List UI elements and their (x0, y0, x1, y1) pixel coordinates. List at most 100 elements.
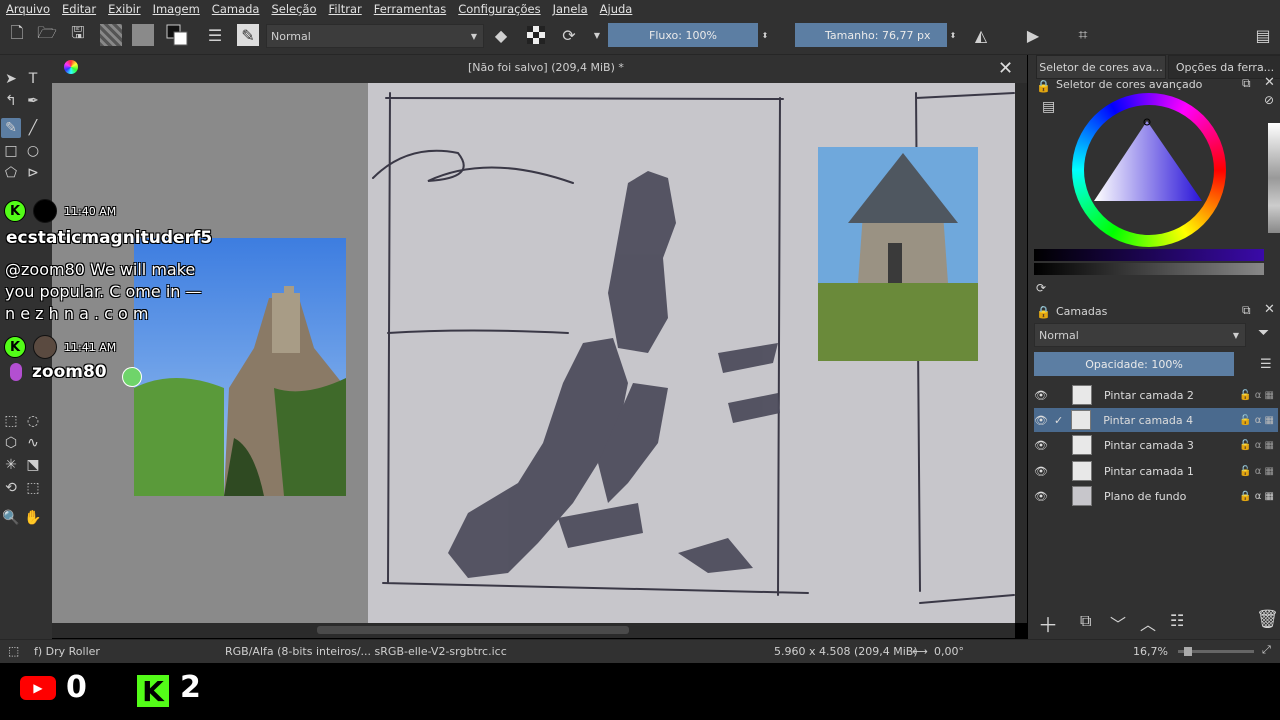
panel-lock-icon[interactable]: 🔒 (1036, 79, 1051, 93)
mirror-vertical-icon[interactable]: ▶ (1022, 24, 1044, 46)
size-slider[interactable]: Tamanho: 76,77 px (795, 23, 947, 47)
flow-slider[interactable]: Fluxo: 100% (608, 23, 758, 47)
menu-imagem[interactable]: Imagem (147, 2, 206, 16)
layer-row[interactable]: 👁 Pintar camada 2 🔓 α ▦ (1034, 383, 1278, 407)
brush-settings-icon[interactable]: ☰ (204, 24, 226, 46)
close-layers-icon[interactable]: ✕ (1264, 302, 1275, 317)
brush-preset-icon[interactable]: ✎ (237, 24, 259, 46)
status-rotation[interactable]: 0,00° (934, 645, 964, 658)
menu-camada[interactable]: Camada (206, 2, 266, 16)
duplicate-layer-icon[interactable]: ⧉ (1080, 611, 1091, 631)
menu-exibir[interactable]: Exibir (102, 2, 147, 16)
calligraphy-icon[interactable]: ✒ (23, 91, 43, 111)
mirror-horizontal-icon[interactable]: ◭ (970, 24, 992, 46)
workspace-icon[interactable]: ▤ (1252, 24, 1274, 46)
bezier-select-icon[interactable]: ⟲ (1, 478, 21, 498)
magnetic-select-icon[interactable]: ⬚ (23, 478, 43, 498)
menu-arquivo[interactable]: Arquivo (0, 2, 56, 16)
color-bar-1[interactable] (1034, 249, 1264, 261)
polygon-tool-icon[interactable]: ⬠ (1, 163, 21, 183)
color-wheel[interactable] (1072, 93, 1226, 247)
menu-configuracoes[interactable]: Configurações (452, 2, 546, 16)
menu-ajuda[interactable]: Ajuda (594, 2, 639, 16)
freehand-brush-icon[interactable]: ✎ (1, 118, 21, 138)
horizontal-scroll-thumb[interactable] (317, 626, 629, 634)
line-tool-icon[interactable]: ╱ (23, 118, 43, 138)
eye-icon[interactable]: 👁 (1034, 439, 1048, 452)
ellipse-tool-icon[interactable]: ○ (23, 141, 43, 161)
opacity-slider[interactable]: Opacidade: 100% (1034, 352, 1234, 376)
eye-icon[interactable]: 👁 (1034, 389, 1048, 402)
layer-blend-select[interactable]: Normal ▼ (1034, 323, 1246, 347)
eraser-icon[interactable]: ◆ (490, 24, 512, 46)
float-layers-icon[interactable]: ⧉ (1242, 303, 1251, 318)
save-icon[interactable]: 🖫 (67, 23, 89, 46)
layer-menu-icon[interactable]: ☰ (1260, 357, 1272, 372)
edit-shapes-icon[interactable]: ↰ (1, 91, 21, 111)
menu-ferramentas[interactable]: Ferramentas (368, 2, 452, 16)
filter-icon[interactable]: ⏷ (1258, 325, 1269, 341)
rect-select-icon[interactable]: ⬚ (1, 411, 21, 431)
move-layer-down-icon[interactable]: ﹀ (1110, 611, 1126, 635)
ellipse-select-icon[interactable]: ◌ (23, 411, 43, 431)
status-brush[interactable]: f) Dry Roller (34, 645, 100, 658)
status-zoom[interactable]: 16,7% (1133, 645, 1168, 658)
refresh-colors-icon[interactable]: ⟳ (1036, 281, 1046, 295)
crop-icon[interactable]: ⌗ (1072, 24, 1094, 46)
close-panel-icon[interactable]: ✕ (1264, 75, 1275, 90)
vertical-scrollbar[interactable] (1015, 83, 1027, 623)
select-shapes-icon[interactable]: ➤ (1, 69, 21, 89)
open-folder-icon[interactable]: 🗁 (36, 23, 58, 46)
fullscreen-icon[interactable]: ⤢ (1262, 643, 1271, 657)
color-bar-2[interactable] (1034, 263, 1264, 275)
polyline-tool-icon[interactable]: ⊳ (23, 163, 43, 183)
fg-bg-color-icon[interactable] (166, 24, 188, 46)
layer-flags-icon[interactable]: 🔓 α ▦ (1239, 440, 1274, 451)
move-layer-up-icon[interactable]: ︿ (1140, 611, 1156, 635)
layer-row[interactable]: 👁 Pintar camada 1 🔓 α ▦ (1034, 459, 1278, 483)
chevron-down-icon[interactable]: ▼ (586, 24, 608, 46)
similar-select-icon[interactable]: ⬔ (23, 455, 43, 475)
eye-icon[interactable]: 👁 (1034, 414, 1048, 427)
size-stepper-icon[interactable]: ⬍ (948, 24, 958, 46)
zoom-slider[interactable] (1178, 647, 1254, 656)
add-layer-icon[interactable]: ＋ (1038, 609, 1058, 638)
menu-editar[interactable]: Editar (56, 2, 102, 16)
reload-preset-icon[interactable]: ⟳ (558, 24, 580, 46)
float-panel-icon[interactable]: ⧉ (1242, 76, 1251, 91)
no-color-icon[interactable]: ⊘ (1264, 93, 1274, 107)
polygon-select-icon[interactable]: ⬡ (1, 433, 21, 453)
layers-lock-icon[interactable]: 🔒 (1036, 305, 1051, 319)
layer-flags-icon[interactable]: 🔓 α ▦ (1239, 390, 1274, 401)
flow-stepper-icon[interactable]: ⬍ (760, 24, 770, 46)
freehand-select-icon[interactable]: ∿ (23, 433, 43, 453)
zoom-tool-icon[interactable]: 🔍 (1, 508, 21, 528)
layer-properties-icon[interactable]: ☷ (1170, 611, 1184, 630)
pan-tool-icon[interactable]: ✋ (23, 508, 43, 528)
close-document-icon[interactable]: ✕ (998, 58, 1013, 79)
layer-row-selected[interactable]: 👁 ✓ Pintar camada 4 🔓 α ▦ (1034, 408, 1278, 432)
eye-icon[interactable]: 👁 (1034, 490, 1048, 503)
menu-selecao[interactable]: Seleção (265, 2, 322, 16)
layer-row[interactable]: 👁 Pintar camada 3 🔓 α ▦ (1034, 433, 1278, 457)
zoom-slider-handle[interactable] (1184, 647, 1192, 656)
color-settings-icon[interactable]: ▤ (1042, 99, 1055, 115)
eye-icon[interactable]: 👁 (1034, 465, 1048, 478)
text-tool-icon[interactable]: T (23, 69, 43, 89)
tab-color-selector[interactable]: Seletor de cores ava... (1036, 55, 1166, 79)
horizontal-scrollbar[interactable] (52, 623, 1015, 638)
pattern-swatch-icon[interactable] (132, 24, 154, 46)
layer-flags-icon[interactable]: 🔓 α ▦ (1239, 466, 1274, 477)
delete-layer-icon[interactable]: 🗑 (1256, 609, 1279, 630)
menu-filtrar[interactable]: Filtrar (323, 2, 368, 16)
gradient-swatch-icon[interactable] (100, 24, 122, 46)
blend-mode-select[interactable]: Normal ▼ (266, 24, 484, 48)
color-history-strip[interactable] (1268, 123, 1280, 233)
menu-janela[interactable]: Janela (547, 2, 594, 16)
paper-sheet[interactable] (368, 83, 1015, 623)
alpha-lock-icon[interactable] (525, 24, 547, 46)
new-document-icon[interactable]: 🗋 (6, 23, 28, 46)
rectangle-tool-icon[interactable]: □ (1, 141, 21, 161)
layer-row[interactable]: 👁 Plano de fundo 🔒 α ▦ (1034, 484, 1278, 508)
layer-flags-icon[interactable]: 🔒 α ▦ (1239, 491, 1274, 502)
